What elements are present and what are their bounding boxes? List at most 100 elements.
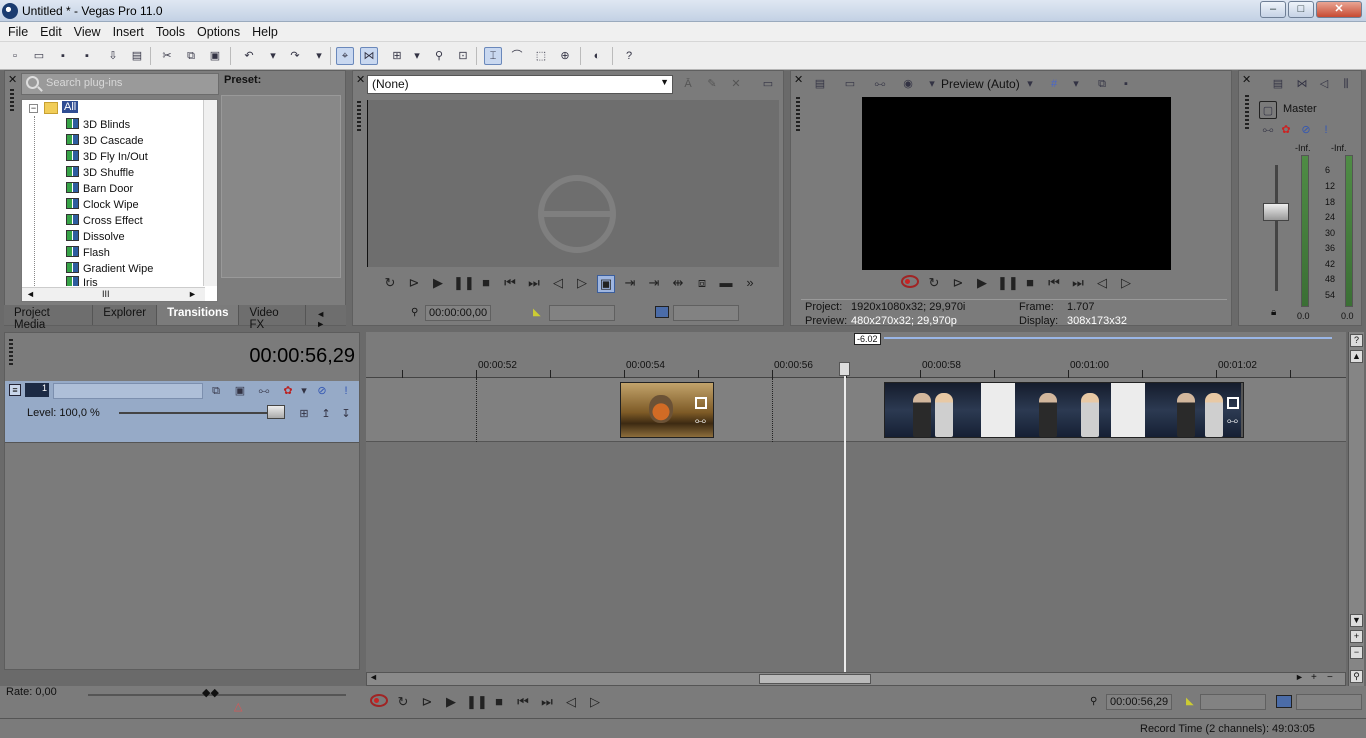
bypass-fx-icon[interactable]: ⧟ bbox=[871, 75, 889, 93]
panel-grip[interactable] bbox=[796, 97, 800, 131]
save-icon[interactable]: ▪ bbox=[54, 47, 72, 65]
go-to-start-icon[interactable]: ⏮ bbox=[1045, 275, 1063, 291]
mixer-properties-icon[interactable]: ▤ bbox=[1269, 75, 1287, 93]
trimmer-display[interactable] bbox=[367, 100, 779, 267]
scroll-thumb[interactable]: III bbox=[102, 289, 110, 299]
menu-tools[interactable]: Tools bbox=[150, 25, 191, 39]
redo-icon[interactable]: ↷ bbox=[286, 47, 304, 65]
ripple-dropdown-icon[interactable]: ▾ bbox=[408, 47, 426, 65]
selection-tool-icon[interactable]: ⬚ bbox=[532, 47, 550, 65]
next-frame-icon[interactable]: ▷ bbox=[586, 694, 604, 710]
scroll-right-icon[interactable]: ► bbox=[188, 289, 197, 299]
search-input[interactable]: Search plug-ins bbox=[21, 73, 219, 95]
track-motion-icon[interactable]: ⧉ bbox=[207, 382, 225, 400]
save-snapshot-icon[interactable]: ▪ bbox=[1117, 75, 1135, 93]
composite-mode-icon[interactable]: ▣ bbox=[231, 382, 249, 400]
loop-icon[interactable]: ↻ bbox=[925, 275, 943, 291]
play-icon[interactable]: ▶ bbox=[429, 275, 447, 293]
loop-region[interactable] bbox=[884, 337, 1332, 339]
preview-quality-chevron-icon[interactable]: ▾ bbox=[1021, 75, 1039, 93]
stop-icon[interactable]: ■ bbox=[1021, 275, 1039, 291]
tab-explorer[interactable]: Explorer bbox=[93, 305, 158, 325]
video-clip-band[interactable]: ⧟ bbox=[884, 382, 1244, 438]
paste-icon[interactable]: ▣ bbox=[206, 47, 224, 65]
zoom-out-horizontal-icon[interactable]: − bbox=[1327, 672, 1333, 683]
zoom-out-vertical-icon[interactable]: − bbox=[1350, 646, 1363, 659]
new-project-icon[interactable]: ▫ bbox=[6, 47, 24, 65]
play-from-start-icon[interactable]: ⊳ bbox=[405, 275, 423, 293]
auto-crossfade-icon[interactable]: ⋈ bbox=[360, 47, 378, 65]
go-to-end-icon[interactable]: ⏭ bbox=[538, 694, 556, 710]
fit-icon[interactable]: ⇹ bbox=[669, 275, 687, 293]
trimmer-out-point[interactable] bbox=[673, 305, 739, 321]
panel-grip[interactable] bbox=[10, 89, 14, 111]
add-to-timeline-icon[interactable]: ⇥ bbox=[621, 275, 639, 293]
monitor-icon[interactable]: ▭ bbox=[759, 75, 777, 93]
gear-dropdown-icon[interactable]: ▾ bbox=[295, 382, 313, 400]
event-fx-icon[interactable]: ⧟ bbox=[1227, 415, 1238, 428]
menu-options[interactable]: Options bbox=[191, 25, 246, 39]
split-screen-icon[interactable]: ◉ bbox=[899, 75, 917, 93]
bus-fx-icon[interactable]: ⧟ bbox=[1259, 121, 1277, 139]
solo-icon[interactable]: ! bbox=[337, 382, 355, 400]
tree-item[interactable]: Clock Wipe bbox=[66, 198, 139, 214]
redo-dropdown-icon[interactable]: ▾ bbox=[310, 47, 328, 65]
master-fader-handle[interactable] bbox=[1263, 203, 1289, 221]
record-icon[interactable] bbox=[901, 275, 919, 288]
panel-close-icon[interactable]: ✕ bbox=[1242, 73, 1251, 86]
enable-snapping-icon[interactable]: ⌖ bbox=[336, 47, 354, 65]
tab-scroll-arrows[interactable]: ◄ ► bbox=[306, 305, 346, 329]
normal-edit-tool-icon[interactable]: ⌶ bbox=[484, 47, 502, 65]
scroll-up-icon[interactable]: ▲ bbox=[1350, 350, 1363, 363]
mute-icon[interactable]: ⊘ bbox=[313, 382, 331, 400]
lock-icon[interactable]: 🔒︎ bbox=[1271, 307, 1276, 318]
loop-icon[interactable]: ↻ bbox=[394, 694, 412, 710]
burn-disc-icon[interactable]: ◐ bbox=[588, 47, 606, 65]
undo-icon[interactable]: ↶ bbox=[240, 47, 258, 65]
properties-icon[interactable]: ▤ bbox=[128, 47, 146, 65]
menu-file[interactable]: File bbox=[2, 25, 34, 39]
render-icon[interactable]: ⇩ bbox=[104, 47, 122, 65]
zoom-tool-icon[interactable]: ⚲ bbox=[1350, 670, 1363, 683]
more-icon[interactable]: ▬ bbox=[717, 275, 735, 293]
trimmer-a-icon[interactable]: Ā bbox=[679, 75, 697, 93]
collapse-icon[interactable]: − bbox=[29, 104, 38, 113]
tree-item[interactable]: Dissolve bbox=[66, 230, 125, 246]
mute-icon[interactable]: ⊘ bbox=[1297, 121, 1315, 139]
cursor-timecode[interactable]: 00:00:56,29 bbox=[1106, 694, 1172, 710]
solo-icon[interactable]: ! bbox=[1317, 121, 1335, 139]
downmix-icon[interactable]: ⋈ bbox=[1293, 75, 1311, 93]
mixer-fader-icon[interactable]: ⫼ bbox=[1337, 75, 1355, 93]
save-as-icon[interactable]: ▪ bbox=[78, 47, 96, 65]
next-frame-icon[interactable]: ▷ bbox=[573, 275, 591, 293]
loop-icon[interactable]: ↻ bbox=[381, 275, 399, 293]
event-pan-crop-icon[interactable] bbox=[695, 397, 707, 409]
clear-icon[interactable]: ✕ bbox=[727, 75, 745, 93]
external-monitor-icon[interactable]: ▭ bbox=[841, 75, 859, 93]
gear-icon[interactable]: ✿ bbox=[1277, 121, 1295, 139]
menu-edit[interactable]: Edit bbox=[34, 25, 68, 39]
track-minimize-icon[interactable]: ≡ bbox=[9, 384, 21, 396]
previous-frame-icon[interactable]: ◁ bbox=[562, 694, 580, 710]
scroll-left-icon[interactable]: ◄ bbox=[369, 672, 378, 682]
scroll-left-icon[interactable]: ◄ bbox=[26, 289, 35, 299]
maximize-button[interactable]: □ bbox=[1288, 1, 1314, 18]
tab-transitions[interactable]: Transitions bbox=[157, 305, 240, 325]
tree-root-all[interactable]: All bbox=[62, 101, 79, 113]
preset-list[interactable] bbox=[221, 95, 341, 278]
copy-icon[interactable]: ⧉ bbox=[182, 47, 200, 65]
close-button[interactable]: ✕ bbox=[1316, 1, 1362, 18]
envelope-tool-icon[interactable]: ⌒ bbox=[508, 47, 526, 65]
video-track-lane[interactable]: ⧟ ⧟ bbox=[366, 378, 1346, 442]
next-frame-icon[interactable]: ▷ bbox=[1117, 275, 1135, 291]
panel-close-icon[interactable]: ✕ bbox=[356, 73, 365, 86]
level-slider-thumb[interactable] bbox=[267, 405, 285, 419]
event-pan-crop-icon[interactable] bbox=[1227, 397, 1239, 409]
tree-vertical-scrollbar[interactable] bbox=[203, 100, 217, 286]
tab-video-fx[interactable]: Video FX bbox=[239, 305, 307, 331]
scroll-right-icon[interactable]: ► bbox=[1295, 672, 1304, 682]
timeline-time-display[interactable]: 00:00:56,29 bbox=[249, 345, 355, 368]
zoom-in-vertical-icon[interactable]: + bbox=[1350, 630, 1363, 643]
menu-help[interactable]: Help bbox=[246, 25, 284, 39]
whats-this-help-icon[interactable]: ? bbox=[620, 47, 638, 65]
